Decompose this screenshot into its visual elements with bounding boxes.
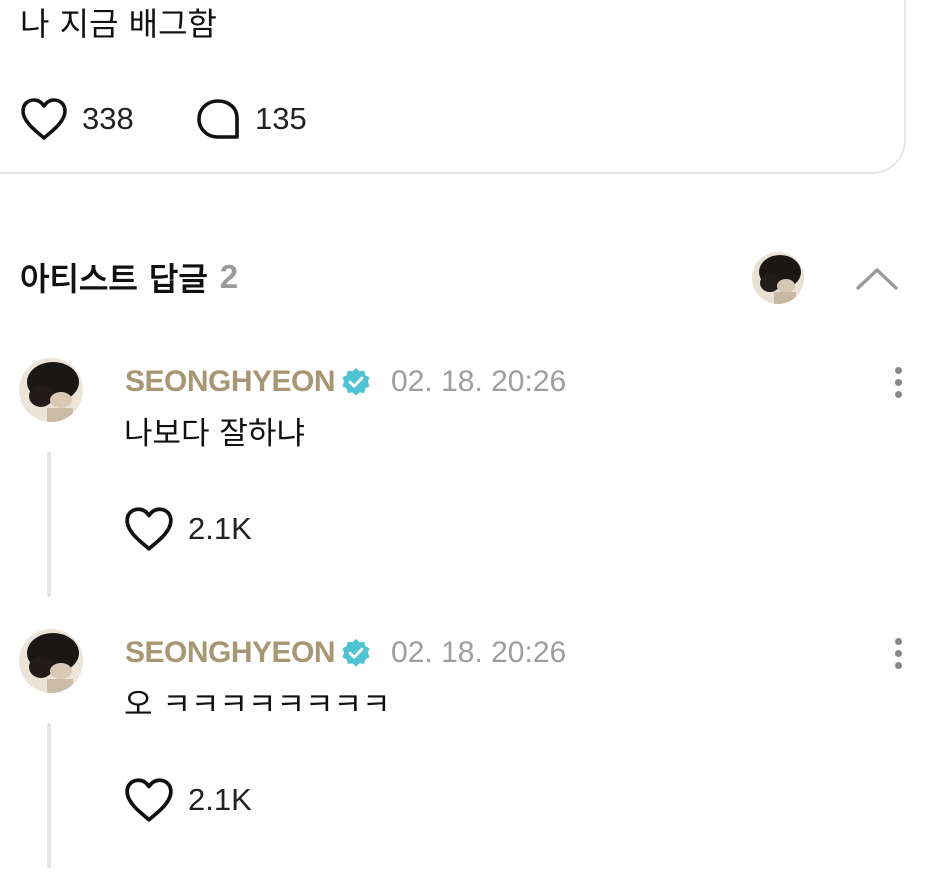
comment-timestamp: 02. 18. 20:26 [391,365,567,398]
comment-like-button[interactable]: 2.1K [124,775,252,825]
collapse-button[interactable] [852,256,902,300]
heart-outline-icon [21,98,67,140]
more-vertical-icon [894,637,902,645]
avatar[interactable] [752,252,804,304]
post-comment-button[interactable]: 135 [195,94,307,144]
comment-meta: SEONGHYEON 02. 18. 20:26 [125,360,566,404]
verified-badge-icon [342,639,370,667]
comment-author[interactable]: SEONGHYEON [125,636,336,670]
comment-meta: SEONGHYEON 02. 18. 20:26 [125,631,566,675]
post-text: 나 지금 배그함 [20,5,217,43]
artist-replies-title: 아티스트 답글 [20,260,208,298]
comment-item: SEONGHYEON 02. 18. 20:26 오 ㅋㅋㅋㅋㅋㅋㅋㅋ 2.1K [0,627,952,887]
comment-text: 오 ㅋㅋㅋㅋㅋㅋㅋㅋ [124,687,391,723]
avatar[interactable] [19,358,83,422]
more-vertical-icon [894,366,902,374]
heart-outline-icon [125,778,173,822]
comment-author[interactable]: SEONGHYEON [125,365,336,399]
more-options-button[interactable] [884,629,912,677]
post-comment-count: 135 [255,101,307,136]
verified-badge-icon [342,368,370,396]
comment-like-count: 2.1K [188,782,252,817]
heart-outline-icon [125,507,173,551]
artist-replies-count: 2 [219,258,239,295]
comment-timestamp: 02. 18. 20:26 [391,636,567,669]
avatar[interactable] [19,629,83,693]
chevron-up-icon [856,268,898,290]
post-like-count: 338 [82,101,134,136]
post-like-button[interactable]: 338 [20,94,134,144]
comment-text: 나보다 잘하냐 [124,416,305,452]
speech-bubble-icon [197,99,239,139]
more-options-button[interactable] [884,358,912,406]
comment-like-button[interactable]: 2.1K [124,504,252,554]
thread-line [47,723,51,868]
artist-replies-header: 아티스트 답글 2 [20,252,238,302]
thread-line [47,452,51,597]
comment-item: SEONGHYEON 02. 18. 20:26 나보다 잘하냐 2.1K [0,356,952,616]
comment-like-count: 2.1K [188,511,252,546]
